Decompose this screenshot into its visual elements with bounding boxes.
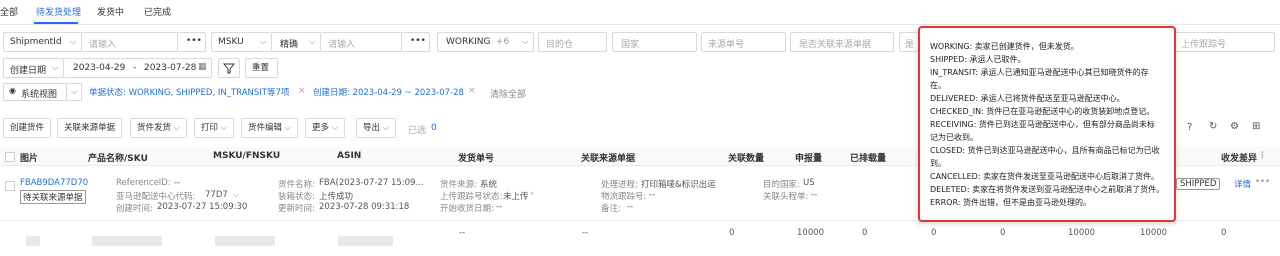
close-icon[interactable]: × — [468, 86, 476, 96]
msku-more-button[interactable]: ••• — [401, 32, 430, 52]
tooltip-line: CHECKED_IN: 货件已在亚马逊配送中心的收货装卸地点登记。 — [930, 107, 1155, 116]
link-source-button[interactable]: 关联来源单据 — [57, 118, 123, 138]
filter-icon — [223, 63, 235, 74]
tab-active-indicator — [34, 22, 78, 24]
chevron-right-icon[interactable]: › — [530, 189, 534, 199]
chevron-down-icon: ⌵ — [71, 87, 78, 96]
tooltip-line: 在。 — [930, 81, 946, 90]
source-no-input[interactable]: 来源单号 — [701, 32, 786, 52]
more-button[interactable]: 更多 ⌵ — [305, 118, 345, 138]
status-multiselect[interactable]: WORKING +6 ⌵ — [437, 32, 534, 52]
country-select[interactable]: 国家 — [612, 32, 697, 52]
tooltip-line: 到。 — [930, 159, 946, 168]
match-mode-select[interactable]: 精确 ⌵ — [271, 32, 321, 52]
help-icon[interactable]: ? — [1187, 122, 1192, 133]
calendar-icon: ▦ — [198, 62, 207, 72]
column-image: 图片 — [20, 154, 39, 164]
refresh-icon[interactable]: ↻ — [1209, 121, 1217, 132]
create-shipment-button[interactable]: 创建货件 — [3, 118, 52, 138]
row-checkbox[interactable] — [5, 181, 15, 191]
chevron-down-icon: ⌵ — [173, 123, 180, 132]
column-asin: ASIN — [337, 151, 362, 161]
tooltip-line: 记为已收到。 — [930, 133, 978, 142]
tooltip-line: SHIPPED: 承运人已取件。 — [930, 55, 1026, 64]
chevron-down-icon: ⌵ — [70, 37, 77, 46]
date-filter-tag[interactable]: 创建日期: 2023-04-29 ~ 2023-07-28 — [313, 86, 464, 100]
tooltip-line: WORKING: 卖家已创建货件，但未发货。 — [930, 42, 1079, 51]
status-tabs: 全部 待发货处理 发货中 已完成 — [0, 0, 1280, 25]
tab-pending[interactable]: 待发货处理 — [36, 5, 81, 18]
chevron-down-icon[interactable]: ⌵ — [233, 190, 239, 200]
tooltip-line: ERROR: 货件出错，但不是由亚马逊处理的。 — [930, 198, 1092, 207]
destination-select[interactable]: 目的仓 — [538, 32, 607, 52]
redacted-text — [92, 236, 162, 246]
link-source-tag[interactable]: 待关联来源单据 — [20, 190, 86, 204]
truncated-select[interactable]: 是 — [899, 32, 919, 52]
view-dropdown-button[interactable]: ⌵ — [66, 83, 82, 101]
date-range-picker[interactable]: 2023-04-29 - 2023-07-28 ▦ — [63, 58, 212, 78]
more-actions-icon[interactable]: ••• — [1255, 177, 1270, 187]
status-badge: SHIPPED — [1176, 178, 1221, 190]
chevron-down-icon: ⌵ — [331, 123, 338, 132]
tab-all[interactable]: 全部 — [0, 5, 18, 18]
msku-field-select[interactable]: MSKU ⌵ — [211, 32, 272, 52]
clear-all-link[interactable]: 清除全部 — [490, 87, 526, 100]
selected-label: 已选 — [408, 126, 427, 136]
more-options-button[interactable]: ••• — [177, 32, 206, 52]
chevron-down-icon: ⌵ — [522, 37, 529, 46]
column-msku-fnsku: MSKU/FNSKU — [213, 151, 281, 161]
tooltip-line: DELETED: 卖家在将货件发送到亚马逊配送中心之前取消了货件。 — [930, 185, 1165, 194]
shipment-id-input[interactable]: 请输入 — [81, 32, 178, 52]
tab-done[interactable]: 已完成 — [144, 5, 171, 18]
shipment-id-link[interactable]: FBAB9DA77D70 — [20, 178, 88, 188]
chevron-down-icon: ⌵ — [284, 123, 291, 132]
linked-source-select[interactable]: 是否关联来源单据 — [790, 32, 894, 52]
upload-tracking-select[interactable]: 上传跟踪号 — [1170, 32, 1275, 52]
chevron-down-icon: ⌵ — [309, 37, 316, 46]
export-button[interactable]: 导出 ⌵ — [356, 118, 396, 138]
column-shipment-no: 发货单号 — [458, 154, 495, 164]
tooltip-line: DELIVERED: 承运人已将货件配送至亚马逊配送中心。 — [930, 94, 1125, 103]
msku-input[interactable]: 请输入 — [320, 32, 402, 52]
filter-button[interactable] — [218, 58, 240, 78]
redacted-text — [338, 236, 393, 246]
chevron-down-icon: ⌵ — [382, 123, 389, 132]
ellipsis-icon: ••• — [186, 36, 202, 46]
status-filter-tag[interactable]: 单据状态: WORKING, SHIPPED, IN_TRANSIT等7项 — [89, 86, 289, 100]
system-view-select[interactable]: ◉ 系统视图 — [3, 83, 67, 101]
shipment-field-select[interactable]: ShipmentId ⌵ — [3, 32, 82, 52]
settings-icon[interactable]: ⚙ — [1230, 121, 1239, 132]
date-field-select[interactable]: 创建日期 ⌵ — [3, 58, 64, 78]
print-button[interactable]: 打印 ⌵ — [194, 118, 234, 138]
tooltip-line: IN_TRANSIT: 承运人已通知亚马逊配送中心其已知晓货件的存 — [930, 68, 1149, 77]
ellipsis-icon: ••• — [410, 36, 426, 46]
column-linked-qty: 关联数量 — [728, 154, 765, 164]
column-loaded-qty: 已排载量 — [850, 154, 887, 164]
column-diff: 收发差异 — [1221, 154, 1258, 164]
edit-button[interactable]: 货件编辑 ⌵ — [241, 118, 298, 138]
column-linked-source: 关联来源单据 — [581, 154, 636, 164]
eye-icon: ◉ — [9, 86, 16, 95]
column-more-icon[interactable]: ⋮ — [1258, 151, 1267, 161]
column-settings-icon[interactable]: ⊞ — [1252, 121, 1260, 132]
selected-count: 0 — [431, 123, 437, 133]
tooltip-line: CANCELLED: 卖家在货件发送至亚马逊配送中心后取消了货件。 — [930, 172, 1160, 181]
product-thumbnail — [26, 236, 40, 246]
status-tooltip: WORKING: 卖家已创建货件，但未发货。 SHIPPED: 承运人已取件。 IN… — [918, 26, 1176, 222]
close-icon[interactable]: × — [298, 86, 306, 96]
column-declared-qty: 申报量 — [795, 154, 823, 164]
chevron-down-icon: ⌵ — [220, 123, 227, 132]
redacted-text — [215, 236, 275, 246]
tab-shipping[interactable]: 发货中 — [97, 5, 124, 18]
reset-button[interactable]: 重置 — [245, 58, 278, 78]
chevron-down-icon: ⌵ — [52, 63, 59, 72]
select-all-checkbox[interactable] — [5, 152, 15, 162]
ship-button[interactable]: 货件发货 ⌵ — [130, 118, 187, 138]
column-product-sku: 产品名称/SKU — [88, 154, 148, 164]
chevron-down-icon: ⌵ — [260, 37, 267, 46]
tooltip-line: RECEIVING: 货件已到达亚马逊配送中心，但有部分商品尚未标 — [930, 120, 1155, 129]
tooltip-line: CLOSED: 货件已到达亚马逊配送中心，且所有商品已标记为已收 — [930, 146, 1160, 155]
detail-link[interactable]: 详情 — [1234, 178, 1251, 190]
